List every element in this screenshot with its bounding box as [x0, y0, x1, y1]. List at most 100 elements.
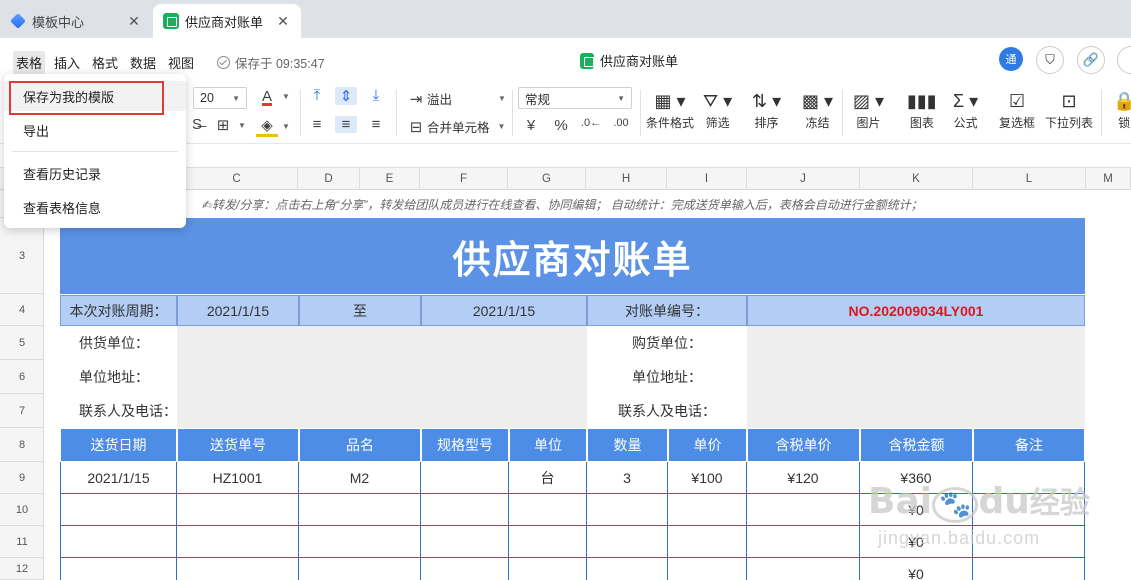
- header-tax-amount[interactable]: 含税金额: [860, 428, 973, 462]
- align-left-button[interactable]: ≡: [306, 116, 328, 133]
- header-spec[interactable]: 规格型号: [421, 428, 509, 462]
- menu-table[interactable]: 表格: [13, 51, 46, 74]
- table-cell[interactable]: [60, 494, 177, 526]
- column-h[interactable]: H: [586, 168, 667, 190]
- align-bottom-button[interactable]: ⤓: [365, 87, 387, 104]
- cell-tax-amount[interactable]: ¥0: [860, 494, 973, 526]
- overflow-button[interactable]: ⇥ 溢出 ▼: [405, 89, 506, 108]
- freeze-button[interactable]: ▩ ▾ 冻结: [802, 88, 833, 131]
- buyer-address-label[interactable]: 单位地址：: [587, 360, 747, 394]
- buyer-contact-value[interactable]: [747, 394, 1085, 428]
- table-cell[interactable]: [421, 526, 509, 558]
- row-5[interactable]: 5: [0, 326, 44, 360]
- column-l[interactable]: L: [973, 168, 1086, 190]
- font-color-button[interactable]: A ▼: [256, 88, 290, 105]
- table-cell[interactable]: [60, 526, 177, 558]
- increase-decimal-button[interactable]: .00: [610, 117, 632, 129]
- document-title[interactable]: 供应商对账单: [580, 51, 678, 70]
- table-cell[interactable]: [299, 526, 421, 558]
- table-cell[interactable]: [177, 494, 299, 526]
- table-cell[interactable]: [668, 558, 747, 580]
- fill-color-button[interactable]: ◈ ▼: [256, 116, 290, 137]
- table-cell[interactable]: [177, 558, 299, 580]
- present-button[interactable]: ⛉: [1036, 46, 1064, 74]
- statement-no-value[interactable]: NO.202009034LY001: [747, 295, 1085, 326]
- row-4[interactable]: 4: [0, 294, 44, 326]
- avatar[interactable]: 通: [999, 47, 1023, 71]
- more-button[interactable]: [1117, 46, 1131, 74]
- row-9[interactable]: 9: [0, 462, 44, 494]
- currency-button[interactable]: ¥: [520, 117, 542, 134]
- table-cell[interactable]: [747, 526, 860, 558]
- cell-unit[interactable]: 台: [509, 462, 587, 494]
- column-g[interactable]: G: [508, 168, 586, 190]
- cell-product[interactable]: M2: [299, 462, 421, 494]
- cell-tax-amount[interactable]: ¥0: [860, 558, 973, 580]
- table-cell[interactable]: [747, 494, 860, 526]
- table-cell[interactable]: [668, 526, 747, 558]
- filter-button[interactable]: ⛛ ▾ 筛选: [703, 88, 732, 131]
- period-label[interactable]: 本次对账周期：: [60, 295, 177, 326]
- sheet-grid[interactable]: ✍转发/分享：点击右上角“分享”，转发给团队成员进行在线查看、协同编辑； 自动统…: [44, 190, 1131, 580]
- table-cell[interactable]: [60, 558, 177, 580]
- row-7[interactable]: 7: [0, 394, 44, 428]
- table-cell[interactable]: [177, 526, 299, 558]
- row-10[interactable]: 10: [0, 494, 44, 526]
- period-end[interactable]: 2021/1/15: [421, 295, 587, 326]
- header-tax-price[interactable]: 含税单价: [747, 428, 860, 462]
- table-cell[interactable]: [509, 558, 587, 580]
- header-delivery-no[interactable]: 送货单号: [177, 428, 299, 462]
- cell-price[interactable]: ¥100: [668, 462, 747, 494]
- strikethrough-button[interactable]: S̶: [186, 116, 208, 133]
- cell-tax-amount[interactable]: ¥360: [860, 462, 973, 494]
- row-8[interactable]: 8: [0, 428, 44, 462]
- decrease-decimal-button[interactable]: .0←: [580, 117, 602, 129]
- supplier-contact-value[interactable]: [177, 394, 587, 428]
- sort-button[interactable]: ⇅ ▾ 排序: [752, 88, 781, 131]
- align-right-button[interactable]: ≡: [365, 116, 387, 133]
- header-unit[interactable]: 单位: [509, 428, 587, 462]
- row-3[interactable]: 3: [0, 218, 44, 294]
- cell-tax-price[interactable]: ¥120: [747, 462, 860, 494]
- column-f[interactable]: F: [420, 168, 508, 190]
- statement-no-label[interactable]: 对账单编号：: [587, 295, 747, 326]
- buyer-label[interactable]: 购货单位：: [587, 326, 747, 360]
- column-i[interactable]: I: [667, 168, 747, 190]
- header-price[interactable]: 单价: [668, 428, 747, 462]
- cell-tax-amount[interactable]: ¥0: [860, 526, 973, 558]
- column-j[interactable]: J: [747, 168, 860, 190]
- dropdown-list-button[interactable]: ⊡ 下拉列表: [1045, 88, 1093, 131]
- menu-view[interactable]: 视图: [165, 51, 197, 74]
- menu-export[interactable]: 导出: [4, 115, 186, 145]
- menu-data[interactable]: 数据: [127, 51, 159, 74]
- table-cell[interactable]: [973, 526, 1085, 558]
- table-cell[interactable]: [421, 494, 509, 526]
- table-cell[interactable]: [587, 526, 668, 558]
- header-quantity[interactable]: 数量: [587, 428, 668, 462]
- tab-template-center[interactable]: 模板中心 ✕: [0, 4, 152, 38]
- table-cell[interactable]: [973, 494, 1085, 526]
- cell-remark[interactable]: [973, 462, 1085, 494]
- supplier-address-value[interactable]: [177, 360, 587, 394]
- checkbox-button[interactable]: ☑ 复选框: [999, 88, 1035, 131]
- table-cell[interactable]: [668, 494, 747, 526]
- column-e[interactable]: E: [360, 168, 420, 190]
- column-d[interactable]: D: [298, 168, 360, 190]
- column-c[interactable]: C: [176, 168, 298, 190]
- menu-format[interactable]: 格式: [89, 51, 121, 74]
- table-cell[interactable]: [299, 494, 421, 526]
- table-cell[interactable]: [421, 558, 509, 580]
- table-cell[interactable]: [587, 494, 668, 526]
- table-cell[interactable]: [509, 526, 587, 558]
- cell-delivery-date[interactable]: 2021/1/15: [60, 462, 177, 494]
- menu-history[interactable]: 查看历史记录: [4, 158, 186, 188]
- buyer-value[interactable]: [747, 326, 1085, 360]
- sheet-title[interactable]: 供应商对账单: [60, 218, 1085, 294]
- table-cell[interactable]: [747, 558, 860, 580]
- table-cell[interactable]: [509, 494, 587, 526]
- menu-insert[interactable]: 插入: [51, 51, 83, 74]
- cell-quantity[interactable]: 3: [587, 462, 668, 494]
- cell-delivery-no[interactable]: HZ1001: [177, 462, 299, 494]
- cell-spec[interactable]: [421, 462, 509, 494]
- formula-button[interactable]: Σ ▾ 公式: [953, 88, 978, 131]
